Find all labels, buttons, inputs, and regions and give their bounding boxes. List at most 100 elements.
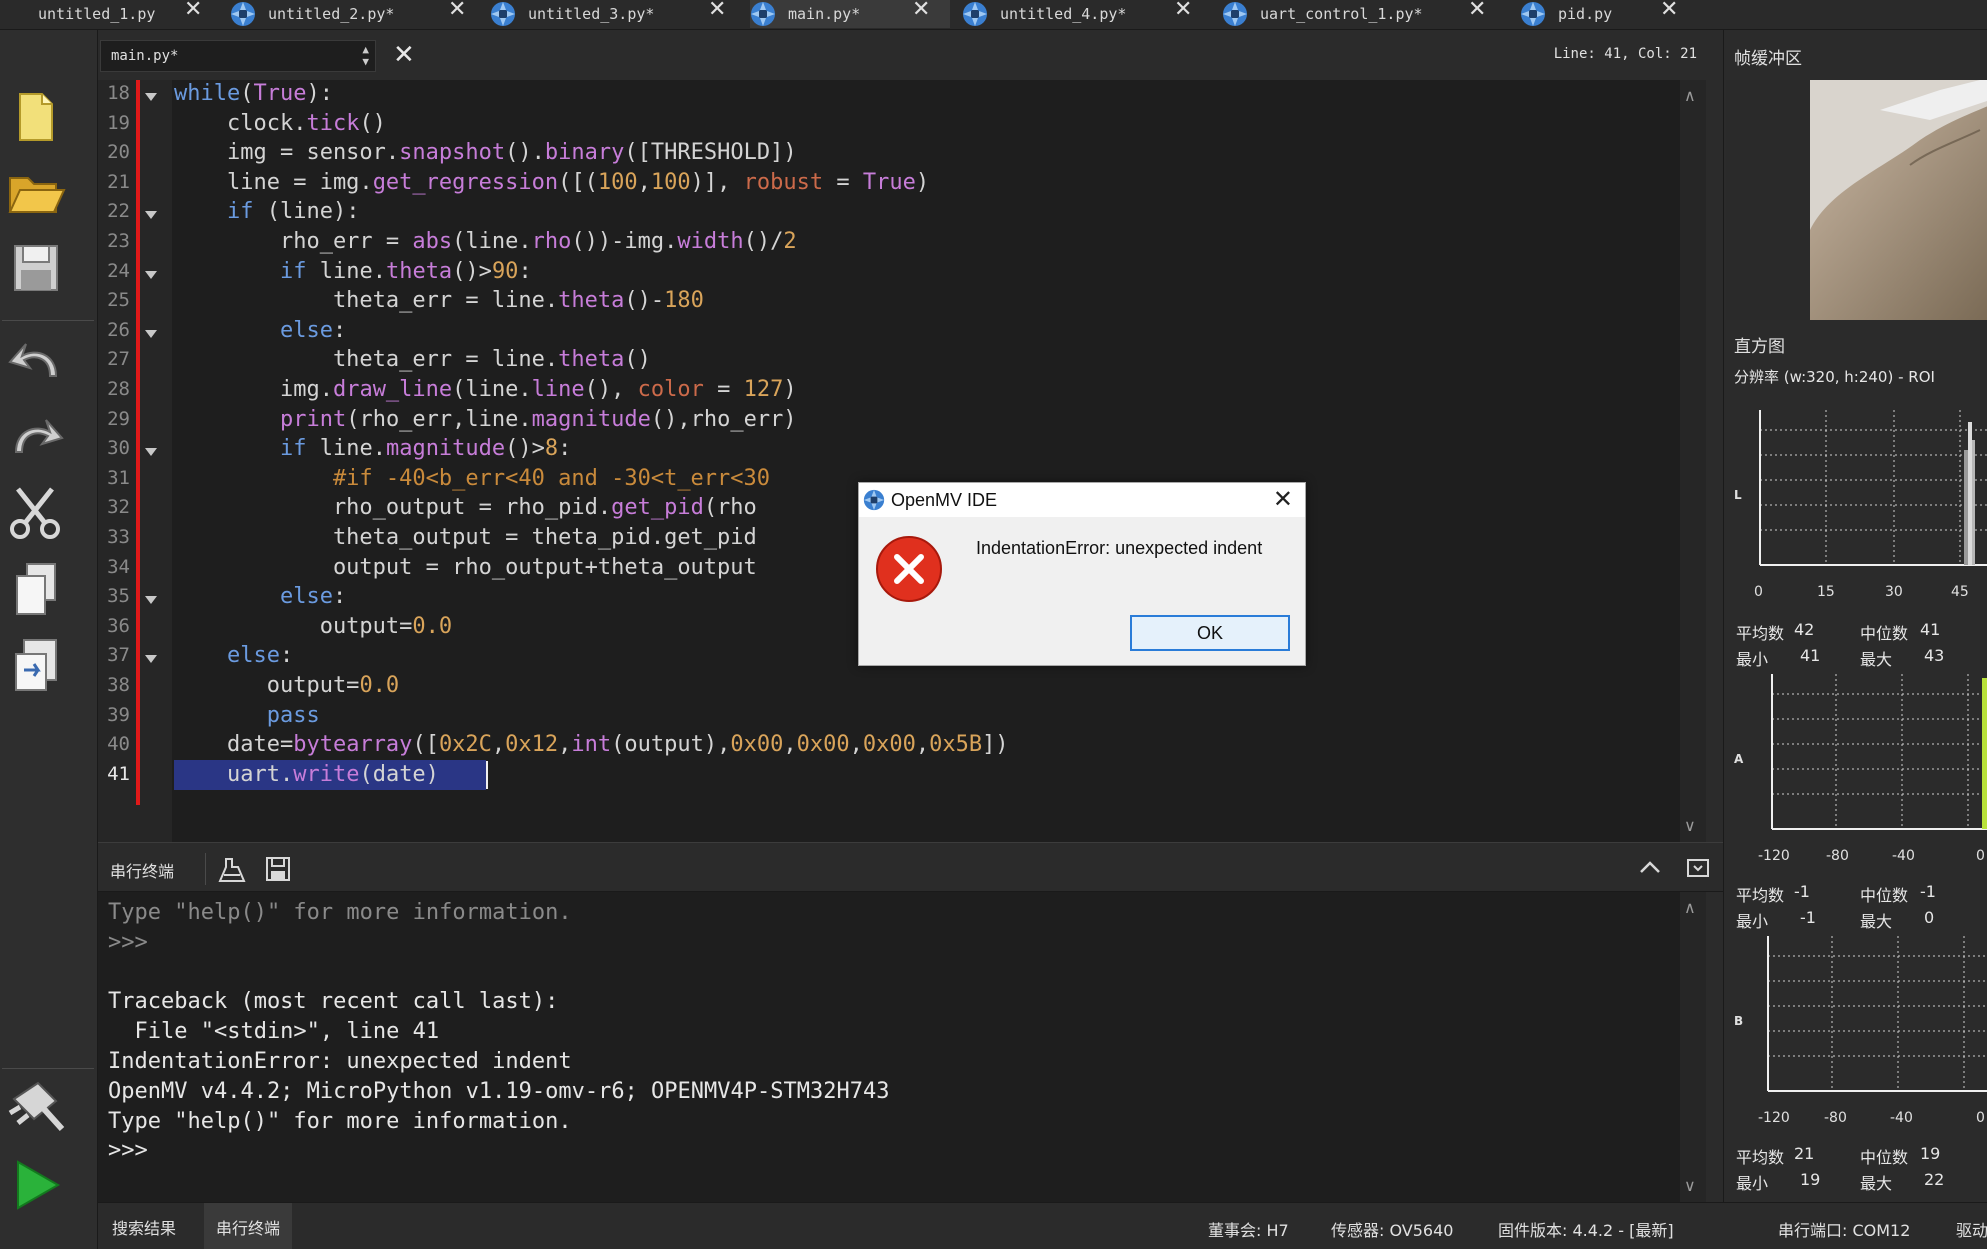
terminal-line: IndentationError: unexpected indent	[108, 1049, 572, 1074]
camera-preview-image	[1810, 80, 1987, 320]
tab-search-results[interactable]: 搜索结果	[100, 1203, 188, 1249]
openmv-logo-icon	[751, 2, 775, 26]
toolbar-separator	[2, 320, 94, 321]
tab-main[interactable]: main.py* ✕	[750, 0, 950, 28]
openmv-logo-icon	[1223, 2, 1247, 26]
code-line[interactable]: print(rho_err,line.magnitude(),rho_err)	[174, 405, 797, 435]
fold-toggle-icon[interactable]	[145, 93, 157, 101]
open-file-button[interactable]	[0, 158, 72, 228]
updown-arrow-icon: ▲ ▼	[362, 43, 369, 68]
code-line[interactable]: theta_err = line.theta()-180	[174, 286, 704, 316]
code-line[interactable]: else:	[174, 582, 346, 612]
close-icon[interactable]: ✕	[1660, 0, 1678, 22]
paste-button[interactable]	[0, 630, 72, 700]
firmware-status[interactable]: 固件版本: 4.4.2 - [最新]	[1498, 1217, 1674, 1241]
run-button[interactable]	[0, 1150, 72, 1220]
error-dialog: OpenMV IDE ✕ IndentationError: unexpecte…	[858, 482, 1306, 666]
chevron-up-icon[interactable]	[1638, 857, 1662, 877]
code-line[interactable]: if line.theta()>90:	[174, 257, 532, 287]
tab-serial-terminal[interactable]: 串行终端	[204, 1203, 293, 1249]
code-line[interactable]: rho_output = rho_pid.get_pid(rho	[174, 493, 757, 523]
scroll-down-icon[interactable]: ∨	[1684, 1176, 1696, 1195]
line-number: 19	[107, 111, 130, 134]
code-line[interactable]: theta_output = theta_pid.get_pid	[174, 523, 757, 553]
scroll-up-icon[interactable]: ∧	[1684, 86, 1696, 105]
close-icon[interactable]: ✕	[448, 0, 466, 22]
file-selector[interactable]: main.py* ▲ ▼	[100, 40, 376, 72]
redo-button[interactable]	[0, 402, 72, 472]
code-line[interactable]: img.draw_line(line.line(), color = 127)	[174, 375, 797, 405]
line-number: 35	[107, 585, 130, 608]
close-icon[interactable]: ✕	[708, 0, 726, 22]
code-line[interactable]: uart.write(date)	[174, 760, 439, 790]
close-icon[interactable]: ✕	[184, 0, 202, 22]
close-icon[interactable]: ✕	[1174, 0, 1192, 22]
fold-toggle-icon[interactable]	[145, 329, 157, 338]
code-line[interactable]: if line.magnitude()>8:	[174, 434, 571, 464]
tab-pid[interactable]: pid.py ✕	[1520, 0, 1690, 28]
new-file-button[interactable]	[0, 82, 72, 152]
code-line[interactable]: if (line):	[174, 197, 359, 227]
code-line[interactable]: output=0.0	[174, 612, 452, 642]
close-icon[interactable]: ✕	[912, 0, 930, 22]
frame-buffer-view[interactable]	[1726, 80, 1987, 320]
stat-max-label: 最大	[1860, 1174, 1893, 1193]
close-icon[interactable]: ✕	[1273, 485, 1293, 513]
clear-terminal-icon[interactable]	[218, 855, 248, 885]
fold-toggle-icon[interactable]	[145, 596, 157, 605]
tab-label: untitled_3.py*	[528, 5, 655, 23]
editor-scrollbar[interactable]: ∧ ∨	[1680, 80, 1706, 842]
axis-tick: -120	[1758, 1110, 1790, 1126]
save-terminal-icon[interactable]	[264, 855, 292, 883]
terminal-line: Type "help()" for more information.	[108, 900, 572, 925]
stat-median: -1	[1920, 882, 1936, 901]
code-line[interactable]: while(True):	[174, 79, 333, 109]
scroll-down-icon[interactable]: ∨	[1684, 816, 1696, 835]
terminal-scrollbar[interactable]: ∧ ∨	[1680, 892, 1706, 1202]
tab-uart-control[interactable]: uart_control_1.py* ✕	[1222, 0, 1492, 28]
terminal-title: 串行终端	[110, 862, 175, 881]
code-line[interactable]: else:	[174, 641, 293, 671]
code-line[interactable]: #if -40<b_err<40 and -30<t_err<30	[174, 464, 770, 494]
code-line[interactable]: date=bytearray([0x2C,0x12,int(output),0x…	[174, 730, 1009, 760]
dialog-titlebar[interactable]: OpenMV IDE ✕	[859, 483, 1305, 517]
stat-max-label: 最大	[1860, 650, 1893, 669]
line-number: 34	[107, 555, 130, 578]
fold-toggle-icon[interactable]	[145, 270, 157, 279]
line-number: 36	[107, 614, 130, 637]
ok-button[interactable]: OK	[1130, 615, 1290, 651]
board-status[interactable]: 董事会: H7	[1208, 1217, 1289, 1241]
connect-button[interactable]	[0, 1074, 72, 1144]
file-selector-value: main.py*	[111, 48, 179, 64]
code-line[interactable]: pass	[174, 701, 320, 731]
code-line[interactable]: else:	[174, 316, 346, 346]
serial-port-status[interactable]: 串行端口: COM12	[1778, 1217, 1910, 1241]
code-line[interactable]: output=0.0	[174, 671, 399, 701]
stat-mean-label: 平均数	[1736, 1148, 1785, 1167]
save-file-button[interactable]	[0, 232, 72, 302]
minimize-panel-icon[interactable]	[1686, 857, 1710, 879]
fold-toggle-icon[interactable]	[145, 448, 157, 457]
fold-toggle-icon[interactable]	[145, 655, 157, 664]
scroll-up-icon[interactable]: ∧	[1684, 898, 1696, 917]
code-editor[interactable]: 18 19 20 21 22 23 24 25 26 27 28 29 30 31 32 33 34 35 36 37…	[98, 80, 1706, 842]
code-line[interactable]: rho_err = abs(line.rho())-img.width()/2	[174, 227, 797, 257]
cut-button[interactable]	[0, 478, 72, 548]
close-file-button[interactable]: ✕	[393, 40, 415, 70]
tab-untitled-3[interactable]: untitled_3.py* ✕	[490, 0, 730, 28]
code-line[interactable]: line = img.get_regression([(100,100)], r…	[174, 168, 929, 198]
tab-untitled-1[interactable]: untitled_1.py ✕	[0, 0, 202, 28]
fold-toggle-icon[interactable]	[145, 211, 157, 220]
code-line[interactable]: output = rho_output+theta_output	[174, 553, 757, 583]
code-line[interactable]: img = sensor.snapshot().binary([THRESHOL…	[174, 138, 797, 168]
stat-median: 19	[1920, 1144, 1941, 1163]
driver-status[interactable]: 驱动	[1956, 1217, 1987, 1241]
tab-untitled-4[interactable]: untitled_4.py* ✕	[962, 0, 1202, 28]
code-line[interactable]: clock.tick()	[174, 109, 386, 139]
undo-button[interactable]	[0, 326, 72, 396]
close-icon[interactable]: ✕	[1468, 0, 1486, 22]
tab-untitled-2[interactable]: untitled_2.py* ✕	[230, 0, 470, 28]
copy-button[interactable]	[0, 554, 72, 624]
code-line[interactable]: theta_err = line.theta()	[174, 345, 651, 375]
serial-terminal[interactable]: Type "help()" for more information. >>> Tr…	[98, 892, 1706, 1202]
